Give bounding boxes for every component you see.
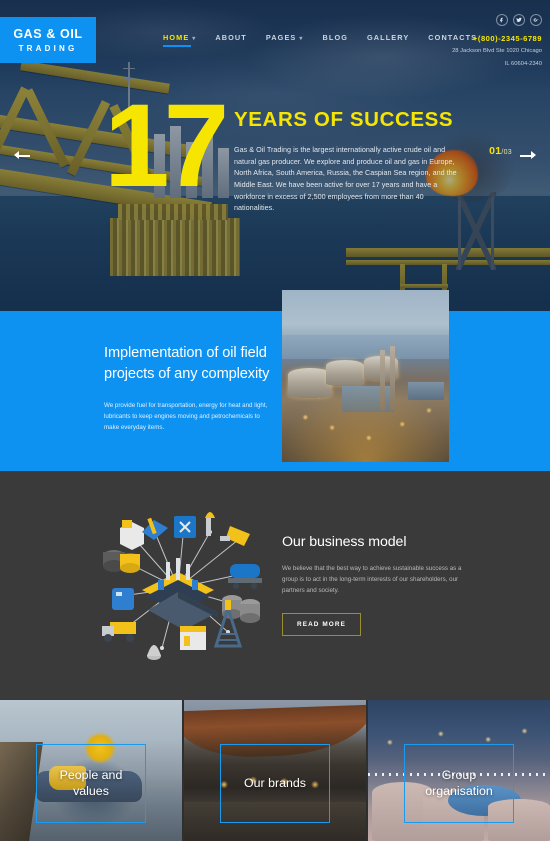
nav-label-gallery: GALLERY (367, 33, 410, 42)
slide-current: 01 (489, 145, 502, 157)
facebook-icon[interactable] (496, 14, 508, 26)
oil-refinery-photo (282, 290, 449, 462)
page-root: 17 YEARS OF SUCCESS Gas & Oil Trading is… (0, 0, 550, 841)
card-frame: Group organisation (404, 744, 514, 823)
nav-label-blog: BLOG (322, 33, 348, 42)
next-slide-arrow-icon[interactable] (518, 148, 536, 162)
implementation-title: Implementation of oil field projects of … (104, 345, 270, 382)
implementation-text: We provide fuel for transportation, ener… (104, 402, 268, 432)
slide-total: /03 (501, 149, 512, 156)
hero-title: YEARS OF SUCCESS (234, 108, 454, 131)
logo-title: GAS & OIL (13, 27, 83, 41)
hero-section: 17 YEARS OF SUCCESS Gas & Oil Trading is… (0, 0, 550, 311)
nav-label-about: ABOUT (215, 33, 247, 42)
nav-label-pages: PAGES (265, 33, 297, 42)
card-our-brands[interactable]: Our brands (184, 700, 366, 841)
twitter-icon[interactable] (513, 14, 525, 26)
card-frame: Our brands (220, 744, 330, 823)
card-people-and-values[interactable]: People and values (0, 700, 182, 841)
implementation-section: Implementation of oil field projects of … (0, 290, 550, 471)
slide-counter: 01/03 (489, 145, 512, 157)
nav-item-gallery[interactable]: GALLERY (367, 33, 409, 47)
isometric-oil-industry-infographic (92, 496, 267, 676)
social-links (452, 14, 542, 26)
address-line-1: 28 Jackson Blvd Ste 1020 Chicago (452, 48, 542, 54)
card-label: Group organisation (425, 767, 493, 798)
google-plus-icon[interactable] (530, 14, 542, 26)
nav-item-about[interactable]: ABOUT (215, 33, 246, 47)
chevron-down-icon-pages: ▾ (299, 35, 304, 42)
main-navigation: HOME ▾ ABOUT PAGES ▾ BLOG GALLERY CONTACTS (163, 33, 477, 47)
address-line-2: IL 60604-2340 (504, 60, 542, 67)
business-model-section: Our business model We believe that the b… (0, 471, 550, 700)
prev-slide-arrow-icon[interactable] (14, 148, 32, 162)
card-frame: People and values (36, 744, 146, 823)
feature-cards-strip: People and values Our brands Group organ… (0, 700, 550, 841)
card-label: People and values (59, 767, 123, 798)
nav-item-home[interactable]: HOME ▾ (163, 33, 196, 47)
business-model-text: We believe that the best way to achieve … (282, 565, 462, 595)
logo-subtitle: TRADING (18, 44, 78, 53)
business-model-title: Our business model (282, 534, 407, 550)
chevron-down-icon: ▾ (192, 35, 197, 42)
nav-label-home: HOME (163, 33, 190, 42)
card-label: Our brands (244, 775, 306, 790)
nav-item-pages[interactable]: PAGES ▾ (266, 33, 304, 47)
card-group-organisation[interactable]: Group organisation (368, 700, 550, 841)
refinery-night-glow (282, 382, 449, 462)
years-number: 17 (104, 80, 229, 212)
logo[interactable]: GAS & OIL TRADING (0, 17, 96, 63)
phone-number[interactable]: +(800)-2345-6789 (452, 34, 542, 43)
header-contact-block: +(800)-2345-6789 28 Jackson Blvd Ste 102… (452, 14, 542, 68)
refinery-sea (282, 334, 449, 359)
nav-item-blog[interactable]: BLOG (323, 33, 348, 47)
hero-paragraph: Gas & Oil Trading is the largest interna… (234, 145, 457, 213)
site-header: GAS & OIL TRADING HOME ▾ ABOUT PAGES ▾ BLO… (0, 0, 550, 68)
read-more-button[interactable]: READ MORE (282, 613, 361, 637)
